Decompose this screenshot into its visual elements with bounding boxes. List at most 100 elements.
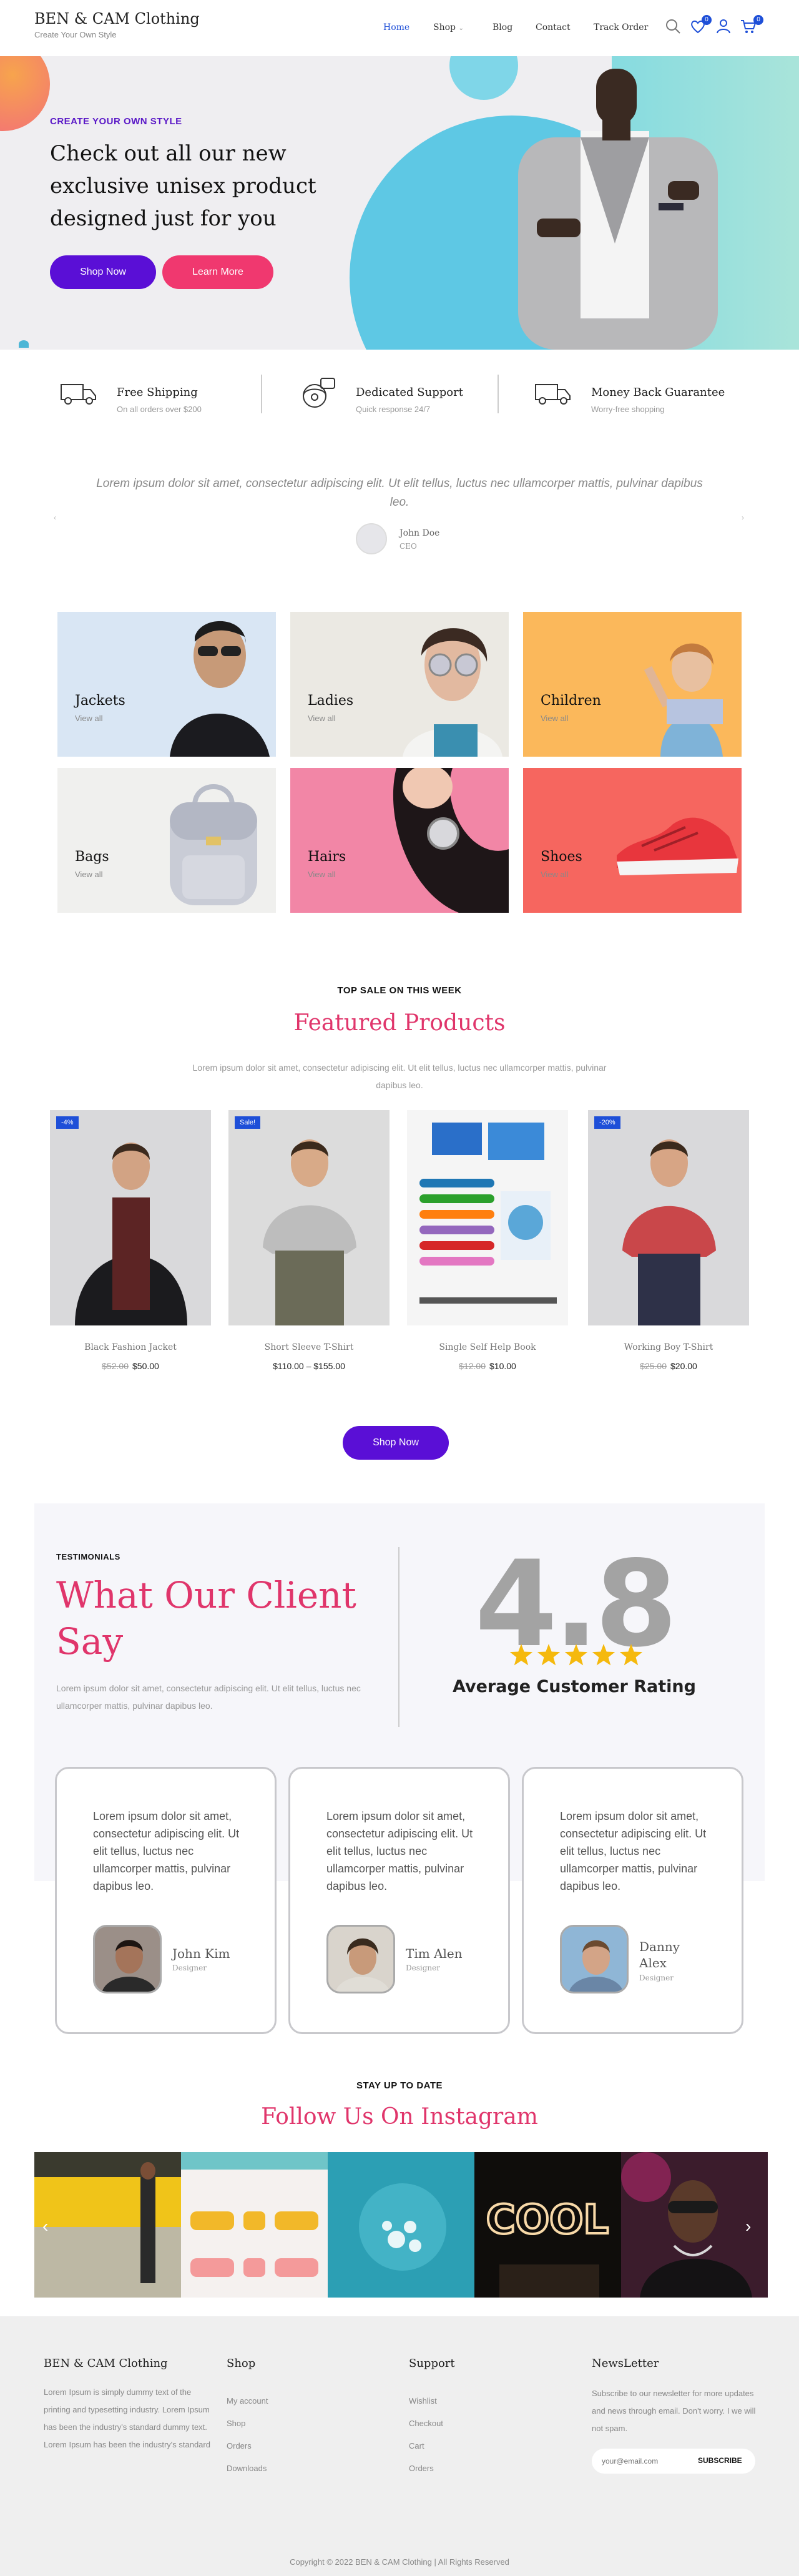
- support-icon: [303, 378, 335, 408]
- brand-name[interactable]: BEN & CAM Clothing: [34, 10, 200, 27]
- instagram-kicker: STAY UP TO DATE: [356, 2080, 443, 2091]
- footer-link-downloads[interactable]: Downloads: [227, 2464, 267, 2473]
- instagram-prev-arrow[interactable]: ‹: [42, 2216, 48, 2236]
- footer-link-shop[interactable]: Shop: [227, 2419, 245, 2428]
- footer-shop-title: Shop: [227, 2357, 256, 2370]
- hero-learn-more-button[interactable]: Learn More: [162, 255, 273, 289]
- product-name[interactable]: Short Sleeve T-Shirt: [228, 1342, 390, 1352]
- quote-prev-arrow[interactable]: ‹: [54, 513, 56, 522]
- decor-blob: [0, 56, 50, 131]
- footer-link-checkout[interactable]: Checkout: [409, 2419, 443, 2428]
- testimonials-title: What Our Client Say: [56, 1574, 356, 1663]
- category-link[interactable]: View all: [308, 870, 336, 879]
- star-icon: [537, 1644, 561, 1666]
- testimonial-avatar: [326, 1925, 395, 1993]
- testimonial-name: John Kim: [172, 1946, 230, 1961]
- old-price: $12.00: [459, 1361, 486, 1371]
- featured-shop-now-button[interactable]: Shop Now: [343, 1426, 449, 1460]
- product-image[interactable]: -4%: [50, 1110, 211, 1325]
- rating-stars: [509, 1643, 646, 1668]
- footer-link-cart[interactable]: Cart: [409, 2441, 424, 2451]
- testimonial-role: Designer: [639, 1974, 674, 1982]
- testimonial-card: Lorem ipsum dolor sit amet, consectetur …: [288, 1767, 510, 2034]
- testimonial-text: Lorem ipsum dolor sit amet, consectetur …: [560, 1810, 707, 1892]
- user-icon[interactable]: [715, 17, 732, 35]
- feature-dedicated-support: Dedicated Support Quick response 24/7: [298, 375, 498, 418]
- product-image[interactable]: Sale!: [228, 1110, 390, 1325]
- product-price: $25.00 $20.00: [588, 1361, 749, 1371]
- category-children-image: [644, 643, 723, 757]
- feature-title: Free Shipping: [117, 386, 198, 399]
- category-title: Jackets: [75, 693, 125, 709]
- current-price: $10.00: [489, 1361, 516, 1371]
- hero-kicker: CREATE YOUR OWN STYLE: [50, 116, 182, 127]
- product-image[interactable]: [407, 1110, 568, 1325]
- testimonial-name: Danny Alex: [639, 1939, 680, 1970]
- discount-badge: -20%: [594, 1116, 620, 1129]
- category-link[interactable]: View all: [541, 870, 569, 879]
- footer-link-wishlist[interactable]: Wishlist: [409, 2396, 437, 2406]
- feature-divider: [498, 375, 499, 413]
- testimonials-description: Lorem ipsum dolor sit amet, consectetur …: [56, 1683, 361, 1711]
- category-title: Hairs: [308, 849, 346, 865]
- product-name[interactable]: Black Fashion Jacket: [50, 1342, 211, 1352]
- category-bags[interactable]: Bags View all: [57, 768, 276, 913]
- nav-shop-label: Shop: [433, 22, 456, 32]
- category-link[interactable]: View all: [75, 870, 103, 879]
- testimonial-avatar: [560, 1925, 629, 1993]
- footer-link-orders[interactable]: Orders: [409, 2464, 434, 2473]
- testimonial-role: Designer: [406, 1964, 440, 1972]
- star-icon: [592, 1644, 615, 1666]
- quote-text: Lorem ipsum dolor sit amet, consectetur …: [96, 477, 703, 509]
- nav-home[interactable]: Home: [383, 22, 409, 32]
- newsletter-email-input[interactable]: [602, 2454, 689, 2469]
- category-link[interactable]: View all: [75, 714, 103, 723]
- category-link[interactable]: View all: [541, 714, 569, 723]
- category-jackets[interactable]: Jackets View all: [57, 612, 276, 757]
- search-icon[interactable]: [664, 17, 682, 35]
- cart-count-badge: 0: [753, 15, 763, 25]
- feature-subtitle: On all orders over $200: [117, 405, 202, 414]
- category-bags-image: [170, 784, 257, 905]
- testimonial-card: Lorem ipsum dolor sit amet, consectetur …: [522, 1767, 743, 2034]
- nav-shop[interactable]: Shop ⌄: [433, 22, 464, 32]
- footer-link-orders[interactable]: Orders: [227, 2441, 252, 2451]
- svg-text:COOL: COOL: [486, 2197, 609, 2243]
- category-link[interactable]: View all: [308, 714, 336, 723]
- testimonial-card: Lorem ipsum dolor sit amet, consectetur …: [55, 1767, 277, 2034]
- nav-blog[interactable]: Blog: [493, 22, 512, 32]
- quote-author-avatar: [356, 523, 387, 554]
- testimonial-text: Lorem ipsum dolor sit amet, consectetur …: [326, 1810, 473, 1892]
- footer-copyright: Copyright © 2022 BEN & CAM Clothing | Al…: [290, 2557, 509, 2567]
- category-ladies[interactable]: Ladies View all: [290, 612, 509, 757]
- instagram-photo[interactable]: [328, 2152, 474, 2298]
- quote-author-role: CEO: [400, 542, 417, 551]
- footer-newsletter-title: NewsLetter: [592, 2357, 659, 2370]
- footer-link-my-account[interactable]: My account: [227, 2396, 268, 2406]
- hero-shop-now-button[interactable]: Shop Now: [50, 255, 156, 289]
- category-shoes[interactable]: Shoes View all: [523, 768, 742, 913]
- category-children[interactable]: Children View all: [523, 612, 742, 757]
- newsletter-subscribe-button[interactable]: SUBSCRIBE: [698, 2456, 742, 2465]
- instagram-next-arrow[interactable]: ›: [745, 2216, 751, 2236]
- product-price: $110.00 – $155.00: [228, 1361, 390, 1371]
- product-name[interactable]: Working Boy T-Shirt: [588, 1342, 749, 1352]
- feature-title: Dedicated Support: [356, 386, 463, 399]
- instagram-photo[interactable]: [34, 2152, 181, 2298]
- product-name[interactable]: Single Self Help Book: [407, 1342, 568, 1352]
- product-image[interactable]: -20%: [588, 1110, 749, 1325]
- testimonials-divider: [398, 1547, 400, 1727]
- instagram-photo[interactable]: [181, 2152, 328, 2298]
- product-price: $52.00 $50.00: [50, 1361, 211, 1371]
- instagram-photo[interactable]: COOL: [474, 2152, 621, 2298]
- category-hairs[interactable]: Hairs View all: [290, 768, 509, 913]
- rating-label: Average Customer Rating: [453, 1677, 696, 1696]
- feature-title: Money Back Guarantee: [591, 386, 725, 399]
- nav-contact[interactable]: Contact: [536, 22, 571, 32]
- nav-track-order[interactable]: Track Order: [594, 22, 648, 32]
- feature-money-back: Money Back Guarantee Worry-free shopping: [534, 375, 746, 418]
- sale-badge: Sale!: [235, 1116, 261, 1129]
- feature-free-shipping: Free Shipping On all orders over $200: [59, 375, 247, 418]
- featured-kicker: TOP SALE ON THIS WEEK: [337, 985, 462, 996]
- quote-next-arrow[interactable]: ›: [742, 513, 744, 522]
